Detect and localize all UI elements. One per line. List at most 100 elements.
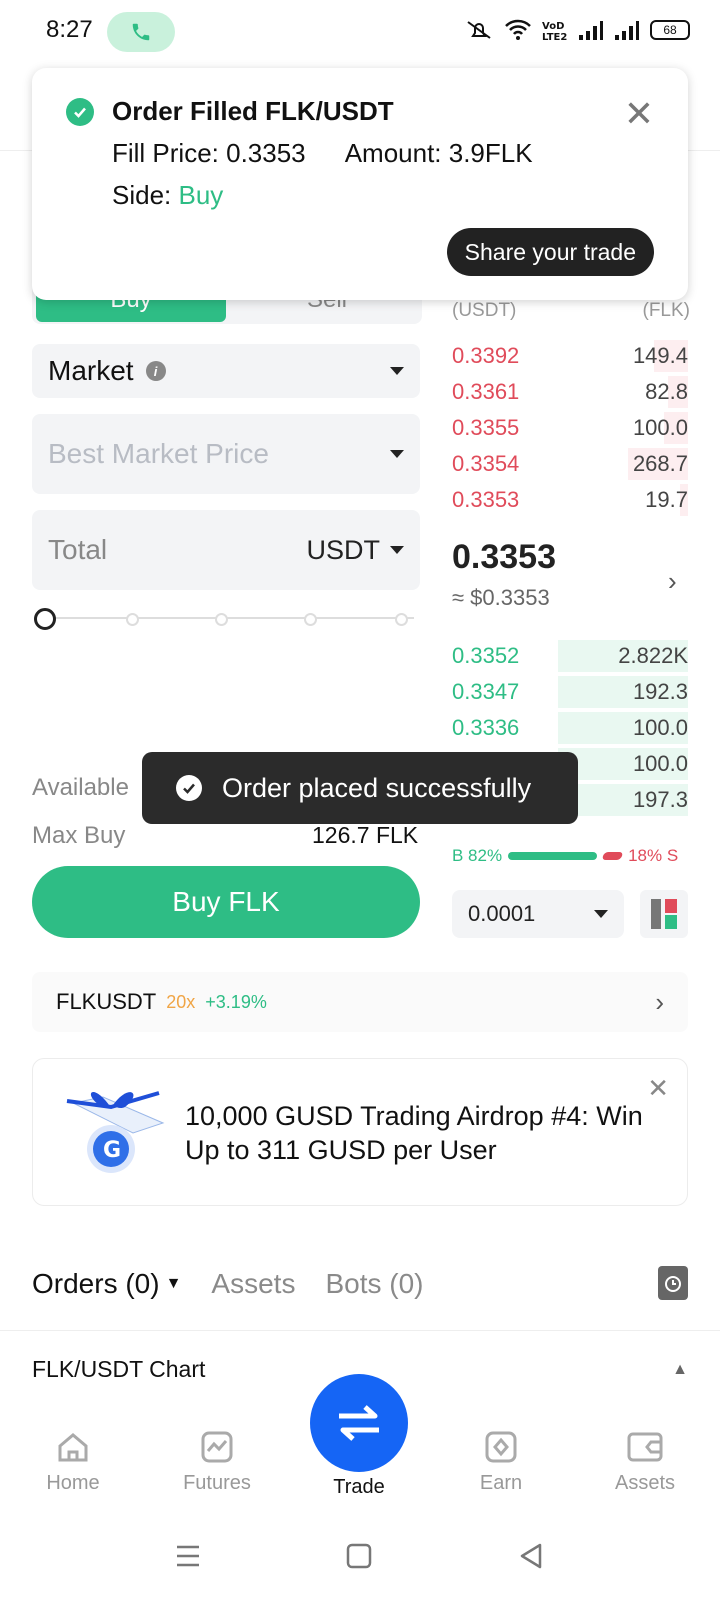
orders-tabs: Orders (0) ▼ Assets Bots (0) <box>32 1262 688 1306</box>
active-call-pill[interactable] <box>107 12 175 52</box>
side-label: Side: <box>112 180 179 210</box>
slider-step-25[interactable] <box>126 613 139 626</box>
chevron-down-icon <box>594 910 608 918</box>
bid-row[interactable]: 0.3352 2.822K <box>452 638 688 674</box>
ask-amount: 82.8 <box>645 379 688 404</box>
bid-amount: 197.3 <box>632 787 688 812</box>
notification-details: Fill Price: 0.3353 Amount: 3.9FLK <box>112 138 533 169</box>
price-column-header: (USDT) <box>452 300 517 321</box>
amount-slider[interactable] <box>34 606 420 630</box>
slider-step-50[interactable] <box>215 613 228 626</box>
futures-pair-bar[interactable]: FLKUSDT 20x +3.19% › <box>32 972 688 1032</box>
book-layout-button[interactable] <box>640 890 688 938</box>
check-circle-icon <box>176 775 202 801</box>
nav-futures[interactable]: Futures <box>162 1430 272 1495</box>
slider-step-75[interactable] <box>304 613 317 626</box>
order-book-header: (USDT) (FLK) <box>452 300 690 322</box>
nav-earn[interactable]: Earn <box>446 1430 556 1495</box>
order-history-icon[interactable] <box>658 1266 688 1300</box>
signal-icon <box>579 21 603 40</box>
close-icon[interactable]: ✕ <box>624 96 654 132</box>
chevron-down-icon <box>390 546 404 554</box>
promo-banner[interactable]: G 10,000 GUSD Trading Airdrop #4: Win Up… <box>32 1058 688 1206</box>
caret-down-icon[interactable]: ▼ <box>166 1275 182 1293</box>
last-price-usd: ≈ $0.3353 <box>452 585 550 610</box>
svg-text:LTE2: LTE2 <box>542 32 567 41</box>
bid-price: 0.3336 <box>452 715 520 740</box>
ask-row[interactable]: 0.3354 268.7 <box>452 446 688 482</box>
ask-row[interactable]: 0.3361 82.8 <box>452 374 688 410</box>
nav-trade-button[interactable] <box>310 1374 408 1472</box>
check-icon <box>74 107 86 118</box>
history-clock-icon <box>665 1276 681 1292</box>
available-label: Available <box>32 774 129 801</box>
chevron-right-icon: › <box>655 986 664 1017</box>
ask-row[interactable]: 0.3355 100.0 <box>452 410 688 446</box>
chevron-down-icon <box>390 367 404 375</box>
ask-row[interactable]: 0.3353 19.7 <box>452 482 688 518</box>
ask-amount: 19.7 <box>645 487 688 512</box>
chevron-right-icon[interactable]: › <box>668 566 677 597</box>
share-trade-button[interactable]: Share your trade <box>446 228 654 276</box>
fill-amount: Amount: 3.9FLK <box>344 138 533 168</box>
order-placed-toast: Order placed successfully <box>142 752 578 824</box>
nav-trade-label[interactable]: Trade <box>303 1476 415 1499</box>
buy-flk-button[interactable]: Buy FLK <box>32 866 420 938</box>
slider-handle[interactable] <box>34 608 56 630</box>
wallet-icon <box>627 1432 663 1462</box>
bid-amount: 2.822K <box>618 643 688 668</box>
sell-ratio-bar <box>601 852 624 860</box>
bid-price: 0.3347 <box>452 679 520 704</box>
success-check-icon <box>66 98 94 126</box>
nav-assets-label: Assets <box>614 1472 676 1494</box>
info-icon[interactable]: i <box>145 361 166 381</box>
max-buy-value: 126.7 FLK <box>312 822 419 848</box>
earn-icon <box>485 1431 517 1463</box>
signal-icon-2 <box>615 21 639 40</box>
promo-close-icon[interactable]: ✕ <box>647 1073 669 1104</box>
tab-bots[interactable]: Bots (0) <box>325 1268 423 1300</box>
tick-size-value: 0.0001 <box>468 901 536 926</box>
notification-title: Order Filled FLK/USDT <box>112 96 394 126</box>
pair-symbol: FLKUSDT <box>56 989 157 1014</box>
futures-chart-icon <box>201 1431 233 1463</box>
check-icon <box>183 783 195 794</box>
bid-row[interactable]: 0.3336 100.0 <box>452 710 688 746</box>
status-time: 8:27 <box>46 16 93 43</box>
bid-row[interactable]: 0.3347 192.3 <box>452 674 688 710</box>
price-placeholder: Best Market Price <box>48 438 269 469</box>
volte-icon: VoDLTE2 <box>542 21 567 41</box>
total-currency-select[interactable]: USDT <box>306 534 404 566</box>
total-input[interactable]: Total USDT <box>32 510 420 590</box>
svg-text:G: G <box>103 1138 121 1163</box>
fill-price: Fill Price: 0.3353 <box>112 138 306 168</box>
nav-home[interactable]: Home <box>18 1430 128 1495</box>
total-currency-label: USDT <box>306 534 381 565</box>
last-price: 0.3353 <box>452 538 556 576</box>
price-field[interactable]: Best Market Price <box>32 414 420 494</box>
tab-assets[interactable]: Assets <box>211 1268 295 1300</box>
ask-amount: 149.4 <box>632 343 688 368</box>
nav-assets[interactable]: Assets <box>590 1430 700 1495</box>
bid-amount: 100.0 <box>632 715 688 740</box>
tab-orders[interactable]: Orders (0) <box>32 1268 160 1300</box>
order-type-select[interactable]: Market i <box>32 344 420 398</box>
buy-sell-ratio: B 82% 18% S <box>452 844 688 868</box>
tick-size-select[interactable]: 0.0001 <box>452 890 624 938</box>
notification-side: Side: Buy <box>112 180 223 211</box>
menu-icon[interactable] <box>174 1542 202 1570</box>
back-icon[interactable] <box>518 1542 544 1570</box>
ask-amount: 268.7 <box>632 451 688 476</box>
amount-column-header: (FLK) <box>642 300 691 321</box>
home-square-icon[interactable] <box>346 1542 372 1570</box>
caret-up-icon: ▲ <box>672 1360 688 1378</box>
slider-track <box>44 617 414 619</box>
slider-step-100[interactable] <box>395 613 408 626</box>
ask-price: 0.3392 <box>452 343 520 368</box>
ask-price: 0.3361 <box>452 379 520 404</box>
status-icons: VoD LTE2 68 <box>464 18 690 42</box>
ask-amount: 100.0 <box>632 415 688 440</box>
ask-row[interactable]: 0.3392 149.4 <box>452 338 688 374</box>
status-bar: 8:27 VoD LTE2 68 <box>0 0 720 64</box>
mute-bell-icon <box>467 21 491 39</box>
